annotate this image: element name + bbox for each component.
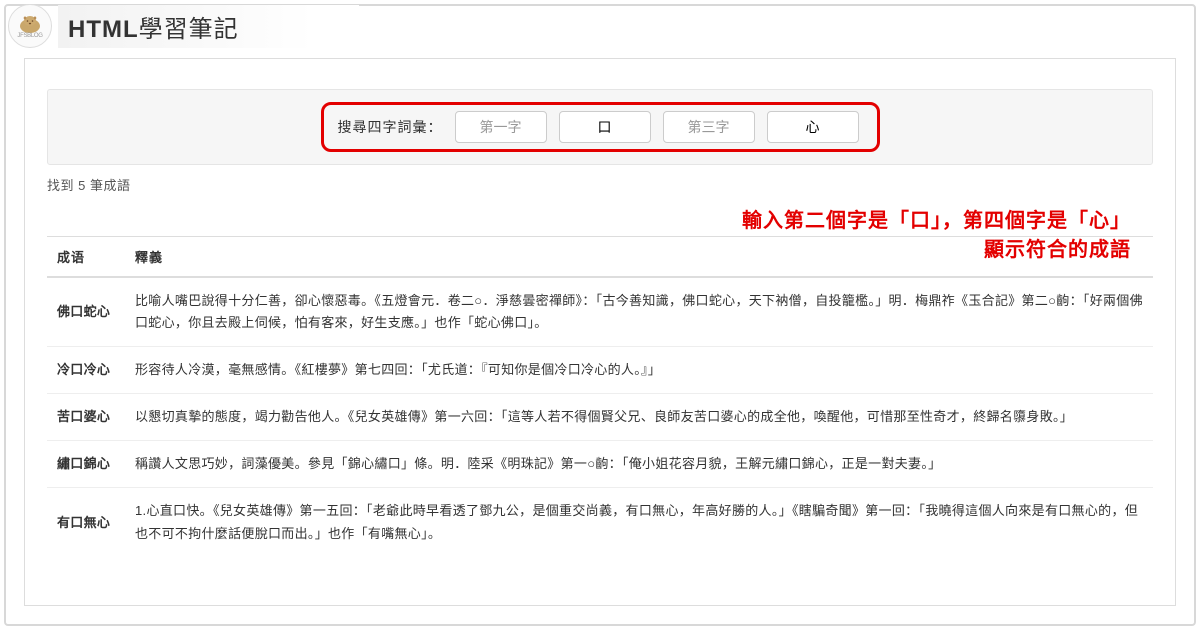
annotation-line1: 輸入第二個字是「口」，第四個字是「心」 (742, 207, 1131, 236)
idiom-cell[interactable]: 苦口婆心 (47, 394, 125, 441)
content-frame: 搜尋四字詞彙： 找到 5 筆成語 輸入第二個字是「口」，第四個字是「心」 顯示符… (24, 58, 1176, 606)
char1-input[interactable] (455, 111, 547, 143)
def-cell: 稱讚人文思巧妙，詞藻優美。參見「錦心繡口」條。明．陸采《明珠記》第一○齣：「俺小… (125, 441, 1153, 488)
site-title: HTML學習筆記 (58, 5, 359, 48)
def-cell: 1.心直口快。《兒女英雄傳》第一五回：「老爺此時早看透了鄧九公，是個重交尚義，有… (125, 488, 1153, 557)
idiom-cell[interactable]: 繡口錦心 (47, 441, 125, 488)
result-count: 找到 5 筆成語 (47, 175, 1153, 194)
table-row: 苦口婆心 以懇切真摯的態度，竭力勸告他人。《兒女英雄傳》第一六回：「這等人若不得… (47, 394, 1153, 441)
search-panel: 搜尋四字詞彙： (47, 89, 1153, 165)
char2-input[interactable] (559, 111, 651, 143)
search-box-highlight: 搜尋四字詞彙： (321, 102, 880, 152)
logo-caption: JFSBLOG (17, 33, 42, 39)
def-cell: 形容待人冷漠，毫無感情。《紅樓夢》第七四回：「尤氏道：『可知你是個冷口冷心的人。… (125, 347, 1153, 394)
def-cell: 比喻人嘴巴說得十分仁善，卻心懷惡毒。《五燈會元．卷二○．淨慈曇密禪師》：「古今善… (125, 277, 1153, 347)
red-annotation: 輸入第二個字是「口」，第四個字是「心」 顯示符合的成語 (742, 207, 1131, 265)
char4-input[interactable] (767, 111, 859, 143)
idiom-cell[interactable]: 佛口蛇心 (47, 277, 125, 347)
char3-input[interactable] (663, 111, 755, 143)
table-row: 冷口冷心 形容待人冷漠，毫無感情。《紅樓夢》第七四回：「尤氏道：『可知你是個冷口… (47, 347, 1153, 394)
idiom-table: 成语 釋義 佛口蛇心 比喻人嘴巴說得十分仁善，卻心懷惡毒。《五燈會元．卷二○．淨… (47, 236, 1153, 557)
table-row: 繡口錦心 稱讚人文思巧妙，詞藻優美。參見「錦心繡口」條。明．陸采《明珠記》第一○… (47, 441, 1153, 488)
idiom-cell[interactable]: 冷口冷心 (47, 347, 125, 394)
idiom-cell[interactable]: 有口無心 (47, 488, 125, 557)
site-header: JFSBLOG HTML學習筆記 (4, 4, 359, 48)
search-label: 搜尋四字詞彙： (338, 117, 443, 137)
col-idiom-header: 成语 (47, 237, 125, 278)
def-cell: 以懇切真摯的態度，竭力勸告他人。《兒女英雄傳》第一六回：「這等人若不得個賢父兄、… (125, 394, 1153, 441)
site-logo: JFSBLOG (8, 4, 52, 48)
annotation-line2: 顯示符合的成語 (742, 236, 1131, 265)
table-row: 佛口蛇心 比喻人嘴巴說得十分仁善，卻心懷惡毒。《五燈會元．卷二○．淨慈曇密禪師》… (47, 277, 1153, 347)
table-row: 有口無心 1.心直口快。《兒女英雄傳》第一五回：「老爺此時早看透了鄧九公，是個重… (47, 488, 1153, 557)
capybara-icon (17, 13, 43, 33)
